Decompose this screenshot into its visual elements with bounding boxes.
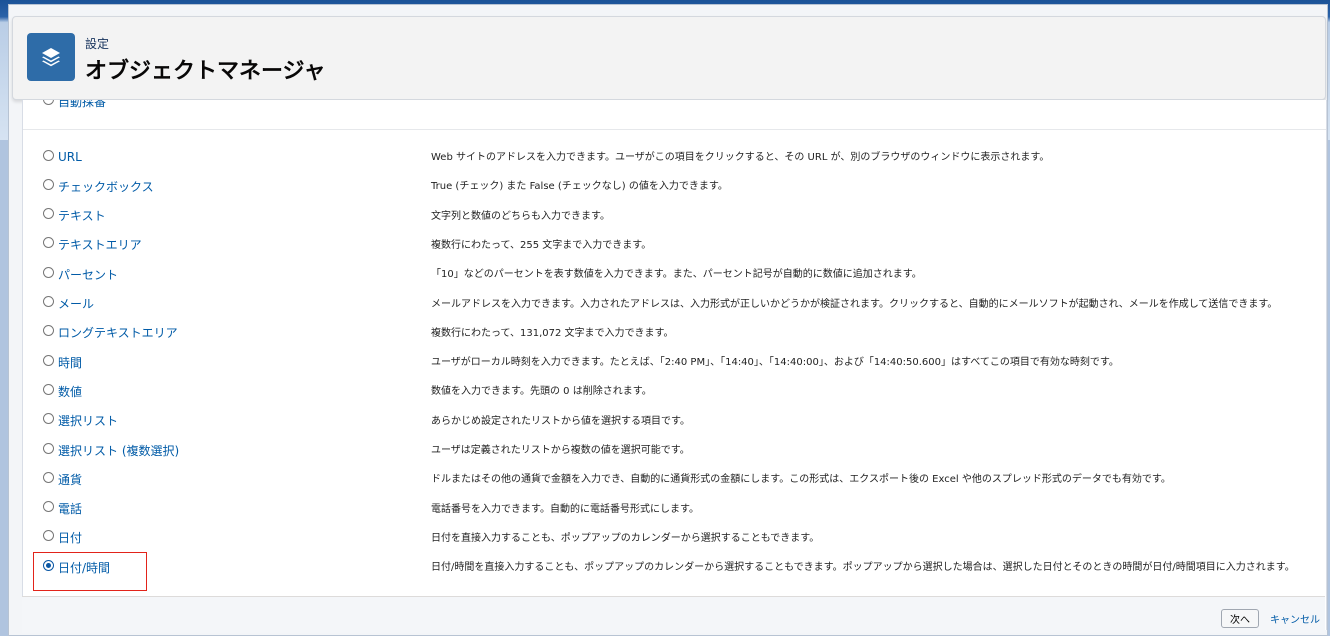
field-type-label[interactable]: テキスト xyxy=(58,207,106,224)
field-type-description: ユーザがローカル時刻を入力できます。たとえば、「2:40 PM」、「14:40」… xyxy=(431,357,1119,369)
radio-button[interactable] xyxy=(43,100,54,105)
field-type-description: 複数行にわたって、255 文字まで入力できます。 xyxy=(431,239,652,251)
field-type-description: メールアドレスを入力できます。入力されたアドレスは、入力形式が正しいかどうかが検… xyxy=(431,298,1278,310)
field-type-option[interactable]: 日付 xyxy=(43,525,82,547)
field-type-row: 選択リスト あらかじめ設定されたリストから値を選択する項目です。 xyxy=(23,406,1326,435)
field-type-description: 文字列と数値のどちらも入力できます。 xyxy=(431,210,610,222)
field-type-label[interactable]: 選択リスト (複数選択) xyxy=(58,442,179,459)
cancel-link[interactable]: キャンセル xyxy=(1270,611,1320,626)
field-type-option[interactable]: 電話 xyxy=(43,496,82,518)
radio-button[interactable] xyxy=(43,325,54,337)
field-type-option[interactable]: テキスト xyxy=(43,203,106,225)
field-type-label[interactable]: ロングテキストエリア xyxy=(58,324,178,341)
field-type-option[interactable]: 選択リスト (複数選択) xyxy=(43,437,179,459)
field-type-row: URL Web サイトのアドレスを入力できます。ユーザがこの項目をクリックすると、… xyxy=(23,142,1326,171)
field-type-row: 数値 数値を入力できます。先頭の 0 は削除されます。 xyxy=(23,376,1326,405)
field-type-option[interactable]: 数値 xyxy=(43,378,82,400)
field-type-option[interactable]: 時間 xyxy=(43,349,82,371)
field-type-row: 時間 ユーザがローカル時刻を入力できます。たとえば、「2:40 PM」、「14:4… xyxy=(23,347,1326,376)
radio-button[interactable] xyxy=(43,354,54,366)
field-type-description: ドルまたはその他の通貨で金額を入力でき、自動的に通貨形式の金額にします。この形式… xyxy=(431,474,1171,486)
field-type-label[interactable]: チェックボックス xyxy=(58,178,154,195)
radio-button[interactable] xyxy=(43,501,54,513)
radio-button[interactable] xyxy=(43,530,54,542)
field-type-option[interactable]: ロングテキストエリア xyxy=(43,320,178,342)
field-type-description: 日付/時間を直接入力することも、ポップアップのカレンダーから選択することもできま… xyxy=(431,562,1295,574)
field-type-label[interactable]: 通貨 xyxy=(58,471,82,488)
field-type-description: Web サイトのアドレスを入力できます。ユーザがこの項目をクリックすると、その … xyxy=(431,152,1050,163)
divider xyxy=(23,129,1326,130)
field-type-option[interactable]: 選択リスト xyxy=(43,408,118,430)
field-type-label: 自動採番 xyxy=(58,100,107,109)
field-type-row: チェックボックス True (チェック) また False (チェックなし) の値… xyxy=(23,171,1326,200)
field-type-row: ロングテキストエリア 複数行にわたって、131,072 文字まで入力できます。 xyxy=(23,318,1326,347)
field-type-label[interactable]: 電話 xyxy=(58,500,82,517)
field-type-label[interactable]: 選択リスト xyxy=(58,412,118,429)
field-type-label[interactable]: メール xyxy=(58,295,94,312)
field-type-description: あらかじめ設定されたリストから値を選択する項目です。 xyxy=(431,415,690,427)
page-title: オブジェクトマネージャ xyxy=(85,59,326,84)
breadcrumb[interactable]: 設定 xyxy=(85,35,109,52)
field-type-option[interactable]: パーセント xyxy=(43,261,118,283)
field-type-label[interactable]: URL xyxy=(58,150,82,164)
field-type-row: 通貨 ドルまたはその他の通貨で金額を入力でき、自動的に通貨形式の金額にします。この… xyxy=(23,464,1326,493)
layers-icon xyxy=(27,33,75,81)
footer-bar: 次へ キャンセル xyxy=(22,596,1325,633)
field-type-row: メール メールアドレスを入力できます。入力されたアドレスは、入力形式が正しいかどう… xyxy=(23,289,1326,318)
field-type-row: パーセント 「10」などのパーセントを表す数値を入力できます。また、パーセント記号… xyxy=(23,259,1326,288)
field-type-row: 日付/時間 日付/時間を直接入力することも、ポップアップのカレンダーから選択するこ… xyxy=(23,552,1326,581)
radio-button[interactable] xyxy=(43,471,54,483)
field-type-option[interactable]: URL xyxy=(43,144,82,166)
field-type-description: 日付を直接入力することも、ポップアップのカレンダーから選択することもできます。 xyxy=(431,532,820,544)
field-type-description: 「10」などのパーセントを表す数値を入力できます。また、パーセント記号が自動的に… xyxy=(431,269,922,281)
field-type-row: 選択リスト (複数選択) ユーザは定義されたリストから複数の値を選択可能です。 xyxy=(23,435,1326,464)
radio-button[interactable] xyxy=(43,237,54,249)
radio-button[interactable] xyxy=(43,383,54,395)
radio-button[interactable] xyxy=(43,296,54,307)
field-type-option[interactable]: テキストエリア xyxy=(43,232,142,254)
field-type-label[interactable]: パーセント xyxy=(58,266,118,283)
field-type-description: True (チェック) また False (チェックなし) の値を入力できます。 xyxy=(431,181,728,193)
field-type-row: 電話 電話番号を入力できます。自動的に電話番号形式にします。 xyxy=(23,494,1326,523)
field-type-row: 日付 日付を直接入力することも、ポップアップのカレンダーから選択することもできます… xyxy=(23,523,1326,552)
field-type-description: 電話番号を入力できます。自動的に電話番号形式にします。 xyxy=(431,503,699,515)
field-type-row: テキスト 文字列と数値のどちらも入力できます。 xyxy=(23,201,1326,230)
field-type-label[interactable]: 日付 xyxy=(58,529,82,546)
radio-button[interactable] xyxy=(43,149,54,161)
radio-button[interactable] xyxy=(43,266,54,278)
selection-highlight-box xyxy=(33,552,147,591)
field-type-description: 数値を入力できます。先頭の 0 は削除されます。 xyxy=(431,386,652,398)
field-type-label[interactable]: 時間 xyxy=(58,354,82,371)
field-type-option[interactable]: チェックボックス xyxy=(43,173,154,195)
field-type-description: ユーザは定義されたリストから複数の値を選択可能です。 xyxy=(431,445,690,456)
field-type-option[interactable]: 通貨 xyxy=(43,466,82,488)
next-button[interactable]: 次へ xyxy=(1221,609,1259,628)
field-type-label[interactable]: テキストエリア xyxy=(58,236,142,253)
radio-button[interactable] xyxy=(43,442,54,454)
field-type-option[interactable]: メール xyxy=(43,291,94,313)
radio-button[interactable] xyxy=(43,413,54,425)
page-header: 設定 オブジェクトマネージャ xyxy=(12,16,1326,100)
field-type-description: 複数行にわたって、131,072 文字まで入力できます。 xyxy=(431,327,674,339)
partial-row-auto-number: 自動採番 xyxy=(43,100,107,109)
field-type-label[interactable]: 数値 xyxy=(58,383,82,400)
radio-button[interactable] xyxy=(43,178,54,190)
field-type-list: 自動採番 URL Web サイトのアドレスを入力できます。ユーザがこの項目をクリッ… xyxy=(22,100,1327,630)
field-type-row: テキストエリア 複数行にわたって、255 文字まで入力できます。 xyxy=(23,230,1326,259)
radio-button[interactable] xyxy=(43,208,54,220)
